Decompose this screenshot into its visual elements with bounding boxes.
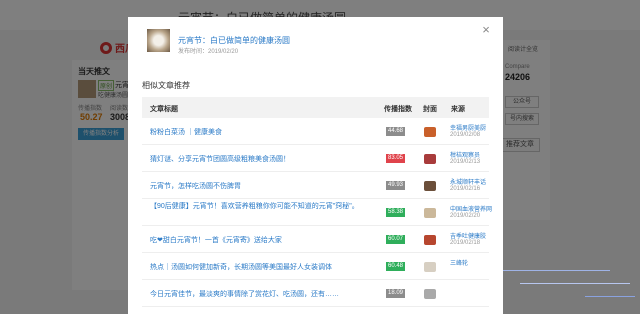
row-title-link[interactable]: 【90后健康】元宵节！喜欢营养粗粮你你可能不知道的元宵"窍秘"。 [150,202,359,212]
section-heading: 相似文章推荐 [142,81,190,90]
column-title: 文章标题 [150,106,178,113]
column-source: 来源 [451,106,465,113]
similar-articles-modal: × 元宵节：白已做简单的健康汤圆 发布时间：2019/02/20 相似文章推荐 … [128,17,503,314]
spread-index-badge: 60.48 [386,262,405,271]
row-date: 2019/02/20 [450,213,481,219]
article-date: 发布时间：2019/02/20 [178,49,239,55]
article-title-link[interactable]: 元宵节：白已做简单的健康汤圆 [178,35,290,46]
row-source-link[interactable]: 永城顺轩丰话 [450,177,486,186]
cover-thumbnail [424,127,436,137]
row-date: 2019/02/08 [450,132,481,138]
table-row[interactable]: 今日元宵佳节，最淡爽的事情除了赏花灯、吃汤圆，还有…… 18.09 [142,280,489,307]
spread-index-badge: 49.93 [386,181,405,190]
table-body: 粉粉白菜汤 ｜健康美食 44.68 幸福男厨美厨 2019/02/08 猜灯谜、分享元宵… [142,118,492,307]
spread-index-badge: 60.07 [386,235,405,244]
spread-index-badge: 58.38 [386,208,405,217]
row-source-link[interactable]: 柑桔观察员 [450,150,480,159]
row-source-link[interactable]: 幸福男厨美厨 [450,123,486,132]
article-thumbnail [147,29,170,52]
row-title-link[interactable]: 猜灯谜、分享元宵节团圆高级粗粮美食汤圆！ [150,154,290,164]
spread-index-badge: 83.05 [386,154,405,163]
close-icon[interactable]: × [479,23,493,37]
row-title-link[interactable]: 今日元宵佳节，最淡爽的事情除了赏花灯、吃汤圆，还有…… [150,289,339,299]
row-date: 2019/02/16 [450,186,481,192]
render-artifact [520,283,630,284]
row-title-link[interactable]: 热点｜汤圆如何健加新奇，长期汤圆等美国最好人女装调体 [150,262,332,272]
cover-thumbnail [424,181,436,191]
table-row[interactable]: 粉粉白菜汤 ｜健康美食 44.68 幸福男厨美厨 2019/02/08 [142,118,489,145]
spread-index-badge: 18.09 [386,289,405,298]
table-row[interactable]: 吃❤甜白元宵节！一首《元宵寄》送给大家 60.07 吉季吐健康胶 2019/02/18 [142,226,489,253]
row-source-link[interactable]: 吉季吐健康胶 [450,231,486,240]
render-artifact [585,296,635,297]
row-date: 2019/02/18 [450,240,481,246]
table-row[interactable]: 猜灯谜、分享元宵节团圆高级粗粮美食汤圆！ 83.05 柑桔观察员 2019/02/13 [142,145,489,172]
row-source-link[interactable]: 三峰轮 [450,258,468,267]
table-row[interactable]: 【90后健康】元宵节！喜欢营养粗粮你你可能不知道的元宵"窍秘"。 58.38 中国血… [142,199,492,226]
cover-thumbnail [424,289,436,299]
cover-thumbnail [424,208,436,218]
table-header: 文章标题 传播指数 封面 来源 [142,97,489,118]
recommendation-table: 文章标题 传播指数 封面 来源 粉粉白菜汤 ｜健康美食 44.68 幸福男厨美厨 20… [142,97,492,307]
cover-thumbnail [424,262,436,272]
row-title-link[interactable]: 粉粉白菜汤 ｜健康美食 [150,127,222,137]
row-date: 2019/02/13 [450,159,481,165]
row-title-link[interactable]: 吃❤甜白元宵节！一首《元宵寄》送给大家 [150,235,282,245]
row-source-link[interactable]: 中国血液营养网 [450,204,492,213]
cover-thumbnail [424,154,436,164]
table-row[interactable]: 元宵节，怎样吃汤圆不伤脾胃 49.93 永城顺轩丰话 2019/02/16 [142,172,489,199]
column-index: 传播指数 [384,106,412,113]
row-title-link[interactable]: 元宵节，怎样吃汤圆不伤脾胃 [150,181,241,191]
spread-index-badge: 44.68 [386,127,405,136]
column-cover: 封面 [423,106,437,113]
cover-thumbnail [424,235,436,245]
table-row[interactable]: 热点｜汤圆如何健加新奇，长期汤圆等美国最好人女装调体 60.48 三峰轮 [142,253,489,280]
